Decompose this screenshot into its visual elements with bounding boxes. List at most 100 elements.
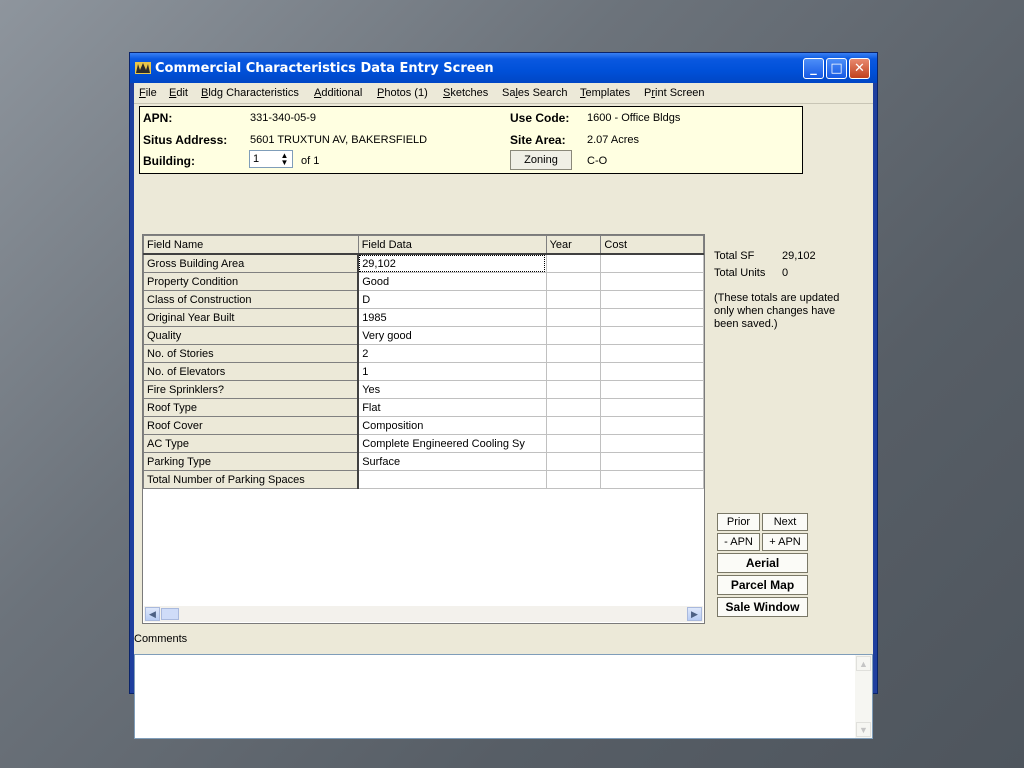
table-row[interactable]: No. of Stories 2 (143, 344, 704, 363)
field-data-cell[interactable]: Surface (357, 452, 547, 471)
table-row[interactable]: No. of Elevators 1 (143, 362, 704, 381)
year-cell[interactable] (545, 253, 602, 273)
column-header-year[interactable]: Year (545, 235, 602, 255)
field-data-cell[interactable]: Good (357, 272, 547, 291)
cost-cell[interactable] (600, 326, 704, 345)
scroll-up-icon[interactable]: ▲ (856, 656, 871, 671)
field-name-cell: Parking Type (143, 452, 360, 471)
use-code-value: 1600 - Office Bldgs (587, 112, 681, 124)
year-cell[interactable] (545, 416, 602, 435)
menu-sales-search[interactable]: Sales Search (502, 87, 567, 99)
menu-sketches[interactable]: Sketches (443, 87, 488, 99)
table-row[interactable]: Roof Cover Composition (143, 416, 704, 435)
field-data-cell[interactable]: Composition (357, 416, 547, 435)
year-cell[interactable] (545, 362, 602, 381)
parcel-info-panel: APN: 331-340-05-9 Situs Address: 5601 TR… (139, 106, 803, 174)
spinner-arrows-icon[interactable]: ▲ ▼ (278, 152, 291, 167)
year-cell[interactable] (545, 326, 602, 345)
table-row[interactable]: Property Condition Good (143, 272, 704, 291)
year-cell[interactable] (545, 452, 602, 471)
aerial-button[interactable]: Aerial (717, 553, 808, 573)
year-cell[interactable] (545, 470, 602, 489)
menu-photos[interactable]: Photos (1) (377, 87, 428, 99)
field-data-cell[interactable]: 2 (357, 344, 547, 363)
cost-cell[interactable] (600, 253, 704, 273)
year-cell[interactable] (545, 344, 602, 363)
table-row[interactable]: Roof Type Flat (143, 398, 704, 417)
cost-cell[interactable] (600, 416, 704, 435)
table-row[interactable]: Quality Very good (143, 326, 704, 345)
cost-cell[interactable] (600, 272, 704, 291)
field-data-cell[interactable]: Flat (357, 398, 547, 417)
field-name-cell: Property Condition (143, 272, 360, 291)
title-bar[interactable]: Commercial Characteristics Data Entry Sc… (130, 53, 877, 83)
building-number: 1 (253, 153, 260, 165)
table-row[interactable]: Fire Sprinklers? Yes (143, 380, 704, 399)
menu-bar: File Edit Bldg Characteristics Additiona… (134, 83, 873, 104)
plus-apn-button[interactable]: + APN (762, 533, 808, 551)
year-cell[interactable] (545, 272, 602, 291)
total-units-label: Total Units (714, 267, 766, 279)
cost-cell[interactable] (600, 398, 704, 417)
menu-print-screen[interactable]: Print Screen (644, 87, 705, 99)
cost-cell[interactable] (600, 308, 704, 327)
cost-cell[interactable] (600, 380, 704, 399)
slide-caption: Based on the Appraisal Institute’s Comme… (235, 707, 789, 731)
sale-window-button[interactable]: Sale Window (717, 597, 808, 617)
building-spinner[interactable]: 1 ▲ ▼ (249, 150, 293, 168)
characteristics-grid[interactable]: Field Name Field Data Year Cost Gross Bu… (142, 234, 705, 624)
field-data-cell[interactable]: D (357, 290, 547, 309)
next-button[interactable]: Next (762, 513, 808, 531)
field-data-cell[interactable]: Complete Engineered Cooling Sy (357, 434, 547, 453)
horizontal-scrollbar[interactable]: ◀ ▶ (144, 606, 703, 622)
field-name-cell: Original Year Built (143, 308, 360, 327)
cost-cell[interactable] (600, 362, 704, 381)
scroll-thumb[interactable] (161, 608, 179, 620)
maximize-button[interactable]: □ (826, 58, 847, 79)
field-data-cell[interactable]: 1985 (357, 308, 547, 327)
situs-address-label: Situs Address: (143, 133, 228, 147)
cost-cell[interactable] (600, 452, 704, 471)
cost-cell[interactable] (600, 344, 704, 363)
zoning-button[interactable]: Zoning (510, 150, 572, 170)
table-row[interactable]: Original Year Built 1985 (143, 308, 704, 327)
field-name-cell: Total Number of Parking Spaces (143, 470, 360, 489)
menu-templates[interactable]: Templates (580, 87, 630, 99)
scroll-left-icon[interactable]: ◀ (145, 607, 160, 621)
field-data-cell[interactable]: Very good (357, 326, 547, 345)
field-data-cell[interactable]: 1 (357, 362, 547, 381)
app-window: Commercial Characteristics Data Entry Sc… (129, 52, 878, 739)
column-header-field-data[interactable]: Field Data (357, 235, 547, 255)
minimize-button[interactable]: _ (803, 58, 824, 79)
table-row[interactable]: Class of Construction D (143, 290, 704, 309)
field-data-cell[interactable] (357, 470, 547, 489)
menu-additional[interactable]: Additional (314, 87, 362, 99)
table-row[interactable]: Parking Type Surface (143, 452, 704, 471)
cost-cell[interactable] (600, 434, 704, 453)
scroll-right-icon[interactable]: ▶ (687, 607, 702, 621)
parcel-map-button[interactable]: Parcel Map (717, 575, 808, 595)
year-cell[interactable] (545, 398, 602, 417)
prior-button[interactable]: Prior (717, 513, 760, 531)
close-button[interactable]: ✕ (849, 58, 870, 79)
year-cell[interactable] (545, 308, 602, 327)
column-header-field-name[interactable]: Field Name (143, 235, 359, 255)
building-label: Building: (143, 154, 195, 168)
zoning-value: C-O (587, 155, 608, 167)
column-header-cost[interactable]: Cost (600, 235, 704, 255)
field-name-cell: Quality (143, 326, 360, 345)
field-data-cell[interactable]: 29,102 (357, 253, 547, 273)
table-row[interactable]: Total Number of Parking Spaces (143, 470, 704, 489)
year-cell[interactable] (545, 290, 602, 309)
menu-bldg-characteristics[interactable]: Bldg Characteristics (201, 87, 299, 99)
table-row[interactable]: AC Type Complete Engineered Cooling Sy (143, 434, 704, 453)
minus-apn-button[interactable]: - APN (717, 533, 760, 551)
cost-cell[interactable] (600, 470, 704, 489)
year-cell[interactable] (545, 434, 602, 453)
cost-cell[interactable] (600, 290, 704, 309)
field-data-cell[interactable]: Yes (357, 380, 547, 399)
year-cell[interactable] (545, 380, 602, 399)
menu-edit[interactable]: Edit (169, 87, 188, 99)
table-row[interactable]: Gross Building Area 29,102 (143, 253, 704, 273)
menu-file[interactable]: File (139, 87, 157, 99)
